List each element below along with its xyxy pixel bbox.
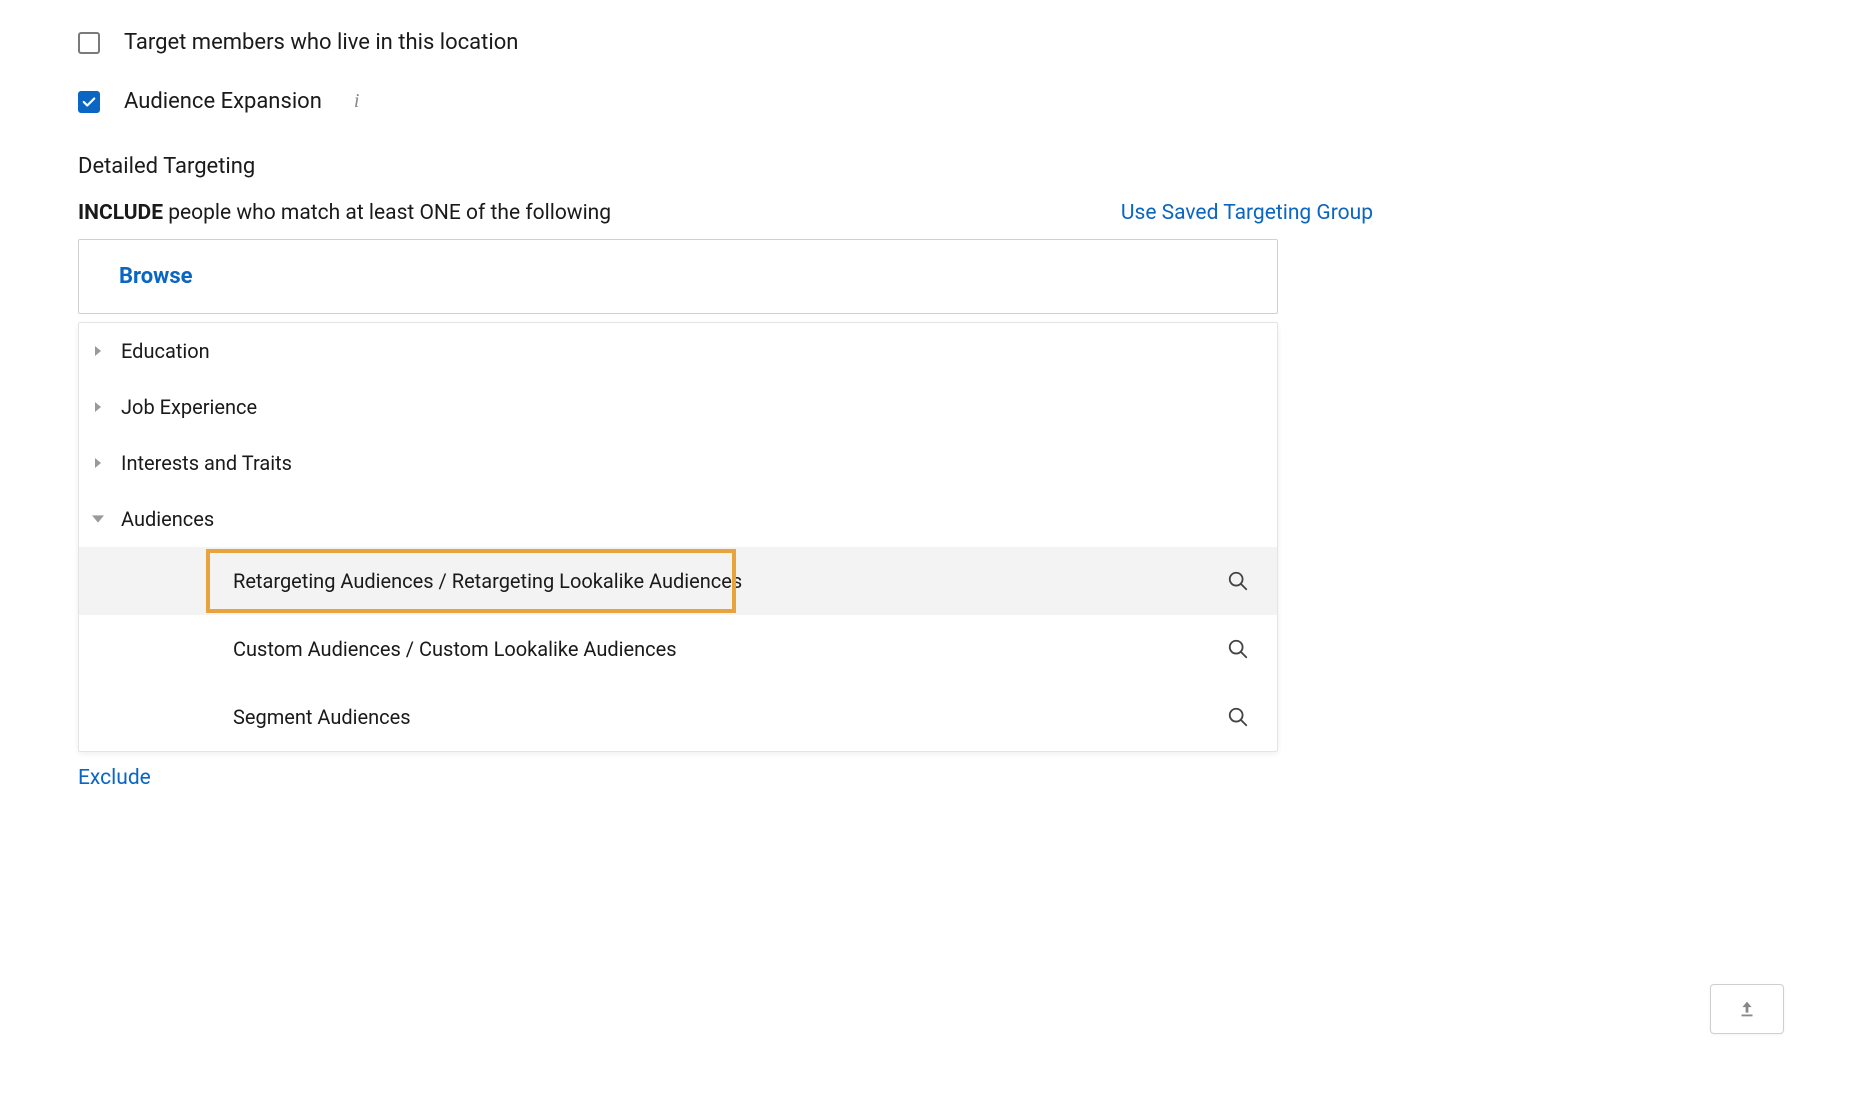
tree-item-job-experience[interactable]: Job Experience bbox=[79, 379, 1277, 435]
chevron-down-icon bbox=[91, 512, 105, 526]
audience-child-retargeting[interactable]: Retargeting Audiences / Retargeting Look… bbox=[79, 547, 1277, 615]
include-bold: INCLUDE bbox=[78, 201, 163, 225]
target-location-label: Target members who live in this location bbox=[124, 30, 518, 55]
chevron-right-icon bbox=[91, 400, 105, 414]
audience-expansion-row: Audience Expansion i bbox=[78, 89, 1784, 114]
upload-icon bbox=[1736, 998, 1758, 1020]
tree-label: Audiences bbox=[121, 507, 214, 531]
bottom-row: Exclude bbox=[78, 766, 1278, 790]
target-location-checkbox[interactable] bbox=[78, 32, 100, 54]
tree-label: Interests and Traits bbox=[121, 451, 292, 475]
include-text: INCLUDE people who match at least ONE of… bbox=[78, 201, 611, 225]
exclude-link[interactable]: Exclude bbox=[78, 766, 151, 790]
search-icon[interactable] bbox=[1227, 706, 1249, 728]
include-row: INCLUDE people who match at least ONE of… bbox=[78, 201, 1373, 225]
tree-label: Job Experience bbox=[121, 395, 257, 419]
chevron-right-icon bbox=[91, 344, 105, 358]
tree-item-audiences[interactable]: Audiences bbox=[79, 491, 1277, 547]
search-icon[interactable] bbox=[1227, 638, 1249, 660]
search-icon[interactable] bbox=[1227, 570, 1249, 592]
tree-item-interests-traits[interactable]: Interests and Traits bbox=[79, 435, 1277, 491]
info-icon[interactable]: i bbox=[354, 90, 360, 113]
use-saved-targeting-link[interactable]: Use Saved Targeting Group bbox=[1121, 201, 1373, 225]
tree-item-education[interactable]: Education bbox=[79, 323, 1277, 379]
audience-child-label: Segment Audiences bbox=[233, 705, 411, 729]
include-rest: people who match at least ONE of the fol… bbox=[163, 201, 611, 225]
detailed-targeting-heading: Detailed Targeting bbox=[78, 154, 1784, 179]
target-location-row: Target members who live in this location bbox=[78, 30, 1784, 55]
browse-link[interactable]: Browse bbox=[119, 264, 193, 289]
audience-expansion-label: Audience Expansion bbox=[124, 89, 322, 114]
chevron-right-icon bbox=[91, 456, 105, 470]
upload-button[interactable] bbox=[1710, 984, 1784, 1034]
audience-expansion-checkbox[interactable] bbox=[78, 91, 100, 113]
audience-child-label: Retargeting Audiences / Retargeting Look… bbox=[233, 569, 742, 593]
audience-child-custom[interactable]: Custom Audiences / Custom Lookalike Audi… bbox=[79, 615, 1277, 683]
tree-label: Education bbox=[121, 339, 210, 363]
audience-child-label: Custom Audiences / Custom Lookalike Audi… bbox=[233, 637, 677, 661]
targeting-dropdown-panel: Education Job Experience Interests and T… bbox=[78, 322, 1278, 752]
browse-box[interactable]: Browse bbox=[78, 239, 1278, 314]
audience-child-segment[interactable]: Segment Audiences bbox=[79, 683, 1277, 751]
